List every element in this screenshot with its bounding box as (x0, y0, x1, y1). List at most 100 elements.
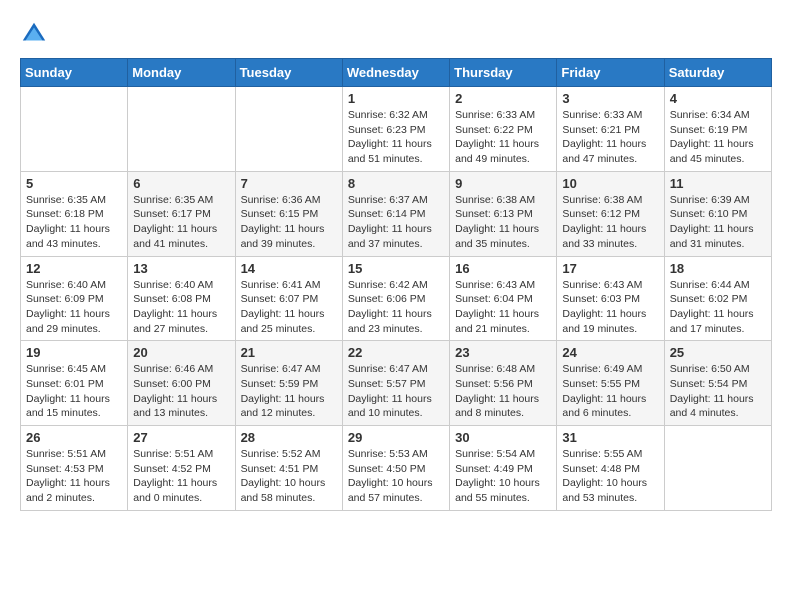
day-info: Sunrise: 5:54 AM Sunset: 4:49 PM Dayligh… (455, 447, 551, 506)
day-number: 5 (26, 176, 122, 191)
day-number: 4 (670, 91, 766, 106)
day-number: 16 (455, 261, 551, 276)
calendar-cell: 19 Sunrise: 6:45 AM Sunset: 6:01 PM Dayli… (21, 341, 128, 426)
day-number: 25 (670, 345, 766, 360)
calendar-cell: 5 Sunrise: 6:35 AM Sunset: 6:18 PM Daylig… (21, 171, 128, 256)
day-number: 24 (562, 345, 658, 360)
calendar-cell: 14Sunrise: 6:41 AM Sunset: 6:07 PM Dayli… (235, 256, 342, 341)
day-number: 15 (348, 261, 444, 276)
calendar-cell (128, 87, 235, 172)
calendar-cell: 22 Sunrise: 6:47 AM Sunset: 5:57 PM Dayli… (342, 341, 449, 426)
calendar-cell: 23 Sunrise: 6:48 AM Sunset: 5:56 PM Dayli… (450, 341, 557, 426)
day-number: 7 (241, 176, 337, 191)
day-info: Sunrise: 6:47 AM Sunset: 5:57 PM Dayligh… (348, 362, 444, 421)
day-info: Sunrise: 6:35 AM Sunset: 6:17 PM Dayligh… (133, 193, 229, 252)
calendar-cell (235, 87, 342, 172)
page-header (20, 20, 772, 48)
calendar-cell: 17Sunrise: 6:43 AM Sunset: 6:03 PM Dayli… (557, 256, 664, 341)
calendar-cell: 12 Sunrise: 6:40 AM Sunset: 6:09 PM Dayli… (21, 256, 128, 341)
day-info: Sunrise: 5:51 AM Sunset: 4:53 PM Dayligh… (26, 447, 122, 506)
calendar-table: SundayMondayTuesdayWednesdayThursdayFrid… (20, 58, 772, 511)
day-number: 11 (670, 176, 766, 191)
calendar-cell: 30 Sunrise: 5:54 AM Sunset: 4:49 PM Dayli… (450, 426, 557, 511)
day-info: Sunrise: 6:33 AM Sunset: 6:21 PM Dayligh… (562, 108, 658, 167)
calendar-cell: 9 Sunrise: 6:38 AM Sunset: 6:13 PM Daylig… (450, 171, 557, 256)
day-info: Sunrise: 5:53 AM Sunset: 4:50 PM Dayligh… (348, 447, 444, 506)
day-info: Sunrise: 6:47 AM Sunset: 5:59 PM Dayligh… (241, 362, 337, 421)
calendar-cell: 20 Sunrise: 6:46 AM Sunset: 6:00 PM Dayli… (128, 341, 235, 426)
day-of-week-header: Friday (557, 59, 664, 87)
calendar-cell: 6 Sunrise: 6:35 AM Sunset: 6:17 PM Daylig… (128, 171, 235, 256)
day-of-week-header: Saturday (664, 59, 771, 87)
calendar-cell: 25 Sunrise: 6:50 AM Sunset: 5:54 PM Dayli… (664, 341, 771, 426)
day-number: 3 (562, 91, 658, 106)
calendar-cell: 4Sunrise: 6:34 AM Sunset: 6:19 PM Daylig… (664, 87, 771, 172)
calendar-cell: 7 Sunrise: 6:36 AM Sunset: 6:15 PM Daylig… (235, 171, 342, 256)
day-info: Sunrise: 6:39 AM Sunset: 6:10 PM Dayligh… (670, 193, 766, 252)
day-info: Sunrise: 6:45 AM Sunset: 6:01 PM Dayligh… (26, 362, 122, 421)
calendar-header-row: SundayMondayTuesdayWednesdayThursdayFrid… (21, 59, 772, 87)
calendar-week-row: 19 Sunrise: 6:45 AM Sunset: 6:01 PM Dayli… (21, 341, 772, 426)
calendar-cell: 3 Sunrise: 6:33 AM Sunset: 6:21 PM Daylig… (557, 87, 664, 172)
calendar-cell: 15 Sunrise: 6:42 AM Sunset: 6:06 PM Dayli… (342, 256, 449, 341)
calendar-cell (21, 87, 128, 172)
day-info: Sunrise: 6:44 AM Sunset: 6:02 PM Dayligh… (670, 278, 766, 337)
day-info: Sunrise: 6:41 AM Sunset: 6:07 PM Dayligh… (241, 278, 337, 337)
logo (20, 20, 52, 48)
calendar-cell: 2 Sunrise: 6:33 AM Sunset: 6:22 PM Daylig… (450, 87, 557, 172)
calendar-cell: 21 Sunrise: 6:47 AM Sunset: 5:59 PM Dayli… (235, 341, 342, 426)
day-info: Sunrise: 6:33 AM Sunset: 6:22 PM Dayligh… (455, 108, 551, 167)
day-number: 23 (455, 345, 551, 360)
day-number: 26 (26, 430, 122, 445)
calendar-cell: 10 Sunrise: 6:38 AM Sunset: 6:12 PM Dayli… (557, 171, 664, 256)
calendar-cell: 11 Sunrise: 6:39 AM Sunset: 6:10 PM Dayli… (664, 171, 771, 256)
day-number: 19 (26, 345, 122, 360)
day-info: Sunrise: 5:55 AM Sunset: 4:48 PM Dayligh… (562, 447, 658, 506)
day-info: Sunrise: 6:38 AM Sunset: 6:12 PM Dayligh… (562, 193, 658, 252)
day-of-week-header: Tuesday (235, 59, 342, 87)
day-info: Sunrise: 6:40 AM Sunset: 6:08 PM Dayligh… (133, 278, 229, 337)
calendar-week-row: 26 Sunrise: 5:51 AM Sunset: 4:53 PM Dayli… (21, 426, 772, 511)
day-of-week-header: Monday (128, 59, 235, 87)
day-number: 6 (133, 176, 229, 191)
day-number: 17 (562, 261, 658, 276)
day-number: 27 (133, 430, 229, 445)
calendar-week-row: 5 Sunrise: 6:35 AM Sunset: 6:18 PM Daylig… (21, 171, 772, 256)
day-info: Sunrise: 6:42 AM Sunset: 6:06 PM Dayligh… (348, 278, 444, 337)
day-info: Sunrise: 6:32 AM Sunset: 6:23 PM Dayligh… (348, 108, 444, 167)
calendar-week-row: 12 Sunrise: 6:40 AM Sunset: 6:09 PM Dayli… (21, 256, 772, 341)
day-info: Sunrise: 6:37 AM Sunset: 6:14 PM Dayligh… (348, 193, 444, 252)
calendar-cell: 27 Sunrise: 5:51 AM Sunset: 4:52 PM Dayli… (128, 426, 235, 511)
day-info: Sunrise: 6:36 AM Sunset: 6:15 PM Dayligh… (241, 193, 337, 252)
day-number: 12 (26, 261, 122, 276)
day-number: 2 (455, 91, 551, 106)
day-info: Sunrise: 6:48 AM Sunset: 5:56 PM Dayligh… (455, 362, 551, 421)
calendar-cell: 28Sunrise: 5:52 AM Sunset: 4:51 PM Dayli… (235, 426, 342, 511)
calendar-cell: 1 Sunrise: 6:32 AM Sunset: 6:23 PM Daylig… (342, 87, 449, 172)
day-info: Sunrise: 6:49 AM Sunset: 5:55 PM Dayligh… (562, 362, 658, 421)
calendar-cell: 16 Sunrise: 6:43 AM Sunset: 6:04 PM Dayli… (450, 256, 557, 341)
day-number: 22 (348, 345, 444, 360)
day-number: 10 (562, 176, 658, 191)
calendar-cell: 31 Sunrise: 5:55 AM Sunset: 4:48 PM Dayli… (557, 426, 664, 511)
calendar-cell: 18 Sunrise: 6:44 AM Sunset: 6:02 PM Dayli… (664, 256, 771, 341)
day-info: Sunrise: 6:38 AM Sunset: 6:13 PM Dayligh… (455, 193, 551, 252)
logo-icon (20, 20, 48, 48)
day-info: Sunrise: 6:43 AM Sunset: 6:04 PM Dayligh… (455, 278, 551, 337)
day-number: 18 (670, 261, 766, 276)
day-info: Sunrise: 5:52 AM Sunset: 4:51 PM Dayligh… (241, 447, 337, 506)
day-info: Sunrise: 6:40 AM Sunset: 6:09 PM Dayligh… (26, 278, 122, 337)
calendar-cell: 8Sunrise: 6:37 AM Sunset: 6:14 PM Daylig… (342, 171, 449, 256)
day-of-week-header: Sunday (21, 59, 128, 87)
day-info: Sunrise: 6:46 AM Sunset: 6:00 PM Dayligh… (133, 362, 229, 421)
day-number: 20 (133, 345, 229, 360)
day-info: Sunrise: 6:35 AM Sunset: 6:18 PM Dayligh… (26, 193, 122, 252)
day-number: 1 (348, 91, 444, 106)
day-number: 31 (562, 430, 658, 445)
day-number: 9 (455, 176, 551, 191)
day-info: Sunrise: 5:51 AM Sunset: 4:52 PM Dayligh… (133, 447, 229, 506)
day-info: Sunrise: 6:50 AM Sunset: 5:54 PM Dayligh… (670, 362, 766, 421)
calendar-cell: 29Sunrise: 5:53 AM Sunset: 4:50 PM Dayli… (342, 426, 449, 511)
day-number: 30 (455, 430, 551, 445)
day-number: 21 (241, 345, 337, 360)
